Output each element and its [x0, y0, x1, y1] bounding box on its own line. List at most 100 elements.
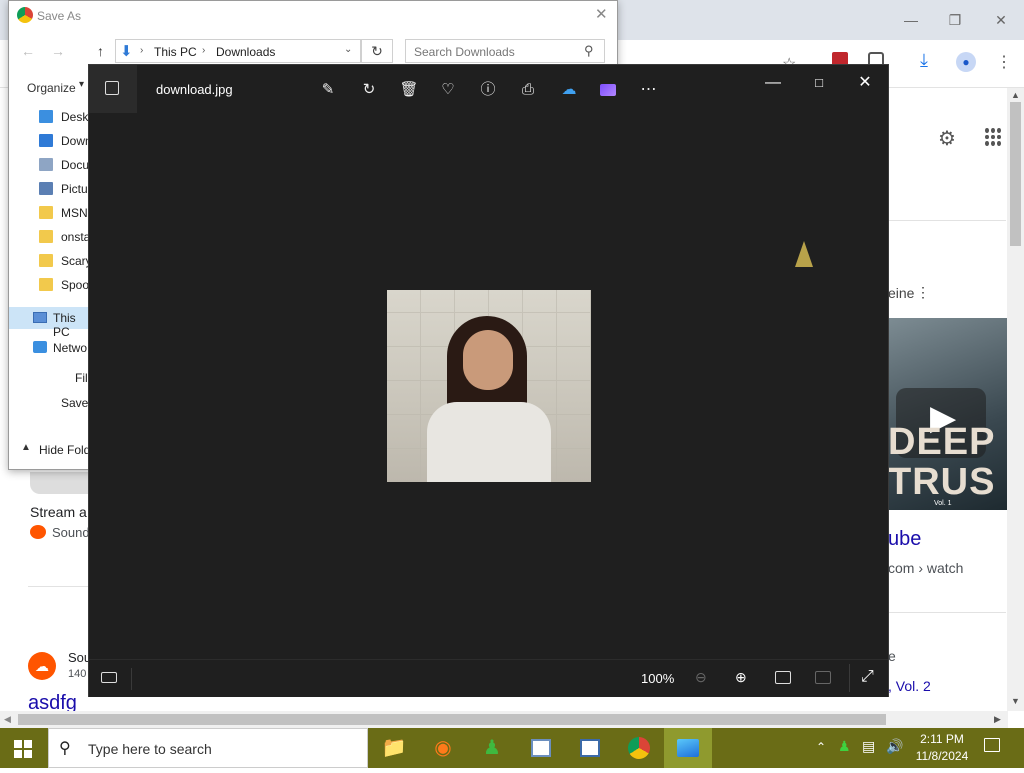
soundcloud-logo-icon: ☁: [28, 652, 56, 680]
search-placeholder: Search Downloads: [414, 45, 515, 59]
chevron-up-icon[interactable]: ⌃: [816, 740, 826, 754]
result-link[interactable]: , Vol. 2: [888, 678, 931, 694]
file-name-label: Fil: [75, 371, 88, 385]
app-window-icon[interactable]: [517, 728, 565, 768]
notifications-icon[interactable]: [984, 738, 1000, 752]
scroll-up-icon[interactable]: ▲: [1011, 90, 1020, 100]
network-icon: [33, 341, 47, 353]
delete-icon[interactable]: 🗑: [397, 79, 421, 101]
minimize-button[interactable]: —: [755, 71, 791, 95]
forward-arrow-icon[interactable]: →: [51, 43, 65, 59]
file-name: download.jpg: [156, 82, 233, 97]
library-icon: [39, 110, 53, 123]
photos-bottom-bar: 100% ⊖ ⊕ ⤢: [89, 659, 888, 697]
up-arrow-icon[interactable]: ↑: [97, 43, 104, 59]
soundcloud-icon: [30, 525, 46, 539]
filmstrip-icon[interactable]: [101, 672, 117, 683]
more-icon[interactable]: ⋯: [637, 79, 661, 101]
clock-date[interactable]: 11/8/2024: [910, 749, 974, 763]
close-icon[interactable]: ✕: [595, 5, 608, 23]
zoom-level: 100%: [641, 671, 675, 686]
taskbar-search-input[interactable]: ⚲ Type here to search: [48, 728, 368, 768]
taskbar: ⚲ Type here to search 📁 ◉ ♟ ⌃ ♟ ▤ 🔊 2:11…: [0, 728, 1024, 768]
network-icon[interactable]: ▤: [862, 738, 875, 755]
horizontal-scrollbar[interactable]: ◀ ▶: [0, 711, 1008, 728]
nav-item-label: Docu: [61, 158, 90, 172]
download-icon[interactable]: ⤓: [920, 50, 928, 71]
apps-grid-icon[interactable]: [985, 128, 1003, 146]
organize-menu[interactable]: Organize: [27, 81, 76, 95]
maximize-button[interactable]: □: [801, 71, 837, 95]
network-label[interactable]: Netwo: [53, 341, 87, 355]
menu-kebab-icon[interactable]: ⋮: [996, 52, 1012, 72]
refresh-icon[interactable]: ↻: [361, 39, 393, 63]
zoom-in-icon[interactable]: ⊕: [735, 669, 747, 686]
search-input[interactable]: Search Downloads ⚲: [405, 39, 605, 63]
rotate-icon[interactable]: ↻: [357, 79, 381, 101]
app-window-icon-2[interactable]: [566, 728, 614, 768]
back-arrow-icon[interactable]: ←: [21, 43, 35, 59]
more-options-icon[interactable]: ⋮: [916, 284, 930, 301]
browser-close-button[interactable]: ✕: [986, 8, 1016, 32]
scroll-down-icon[interactable]: ▼: [1011, 696, 1020, 706]
browser-restore-button[interactable]: ❐: [940, 8, 970, 32]
vertical-scrollbar[interactable]: ▲ ▼: [1007, 88, 1024, 711]
library-icon: [39, 134, 53, 147]
gallery-button[interactable]: [89, 65, 137, 113]
fullscreen-icon[interactable]: ⤢: [861, 668, 874, 686]
thumbnail-title: DEEP TRUS: [888, 421, 996, 503]
nav-item-label: Pictu: [61, 182, 88, 196]
photos-app-window: download.jpg ✎ ↻ 🗑 ♡ ⓘ ⎙ ☁ ⋯ — □ ✕ 100% …: [88, 64, 889, 697]
favorite-icon[interactable]: ♡: [436, 79, 460, 101]
file-explorer-icon[interactable]: 📁: [370, 728, 418, 768]
scroll-thumb[interactable]: [1010, 102, 1021, 246]
address-bar[interactable]: ⬇ › This PC › Downloads ⌄: [115, 39, 361, 63]
edit-icon[interactable]: ✎: [316, 79, 340, 101]
person-icon[interactable]: ●: [956, 52, 976, 72]
divider: [849, 664, 850, 692]
save-as-type-label: Save: [61, 396, 89, 410]
this-pc-item[interactable]: This PC: [9, 307, 89, 339]
zoom-out-icon[interactable]: ⊖: [695, 669, 707, 686]
scroll-right-icon[interactable]: ▶: [994, 714, 1001, 725]
clock-time[interactable]: 2:11 PM: [912, 732, 972, 746]
browser-minimize-button[interactable]: —: [896, 8, 926, 32]
result-url: com › watch: [888, 560, 964, 576]
scroll-left-icon[interactable]: ◀: [4, 714, 11, 725]
people-app-icon[interactable]: ♟: [468, 728, 516, 768]
photos-taskbar-icon[interactable]: [664, 728, 712, 768]
breadcrumb-separator: ›: [140, 45, 144, 56]
scroll-thumb[interactable]: [18, 714, 886, 725]
chevron-down-icon[interactable]: ⌄: [344, 44, 352, 55]
search-icon[interactable]: ⚲: [584, 43, 594, 59]
app-tray-icon[interactable]: ♟: [838, 738, 851, 755]
this-pc-label: This PC: [53, 311, 76, 339]
fit-to-window-icon[interactable]: [775, 671, 791, 684]
hide-folders-button[interactable]: Hide Fold: [39, 443, 90, 457]
result-author-text: eine: [888, 285, 915, 301]
onedrive-icon[interactable]: ☁: [557, 79, 581, 101]
chevron-up-icon[interactable]: ▲: [21, 442, 31, 453]
result-title-link[interactable]: ube: [888, 528, 921, 551]
windows-start-icon[interactable]: [14, 740, 32, 758]
chrome-taskbar-icon[interactable]: [615, 728, 663, 768]
nav-item-label: MSN: [61, 206, 88, 220]
folder-icon: [39, 278, 53, 291]
firefox-icon[interactable]: ◉: [419, 728, 467, 768]
video-thumbnail[interactable]: ▶ DEEP TRUS Vol. 1: [888, 318, 1007, 510]
breadcrumb-this-pc[interactable]: This PC: [154, 45, 197, 59]
breadcrumb-downloads[interactable]: Downloads: [216, 45, 275, 59]
chevron-down-icon[interactable]: ▾: [79, 79, 84, 90]
gallery-icon: [105, 81, 119, 95]
actual-size-icon[interactable]: [815, 671, 831, 684]
search-icon: ⚲: [59, 740, 71, 757]
result-title-text[interactable]: Stream a: [30, 504, 87, 520]
print-icon[interactable]: ⎙: [516, 79, 540, 101]
close-button[interactable]: ✕: [847, 71, 883, 95]
settings-gear-icon[interactable]: ⚙: [938, 126, 956, 151]
clipchamp-icon[interactable]: [596, 79, 620, 101]
info-icon[interactable]: ⓘ: [476, 79, 500, 101]
volume-icon[interactable]: 🔊: [886, 738, 903, 755]
displayed-photo[interactable]: [387, 290, 591, 482]
folder-icon: [39, 254, 53, 267]
